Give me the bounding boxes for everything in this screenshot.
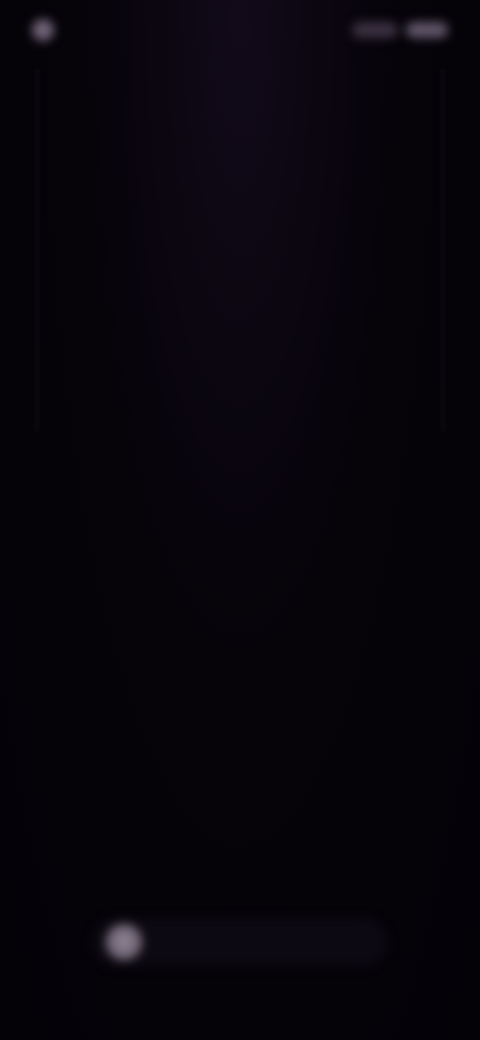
message-input-bar[interactable]: +	[92, 918, 388, 966]
status-bar	[32, 12, 448, 48]
app-screen: +	[0, 0, 480, 1040]
message-block	[60, 446, 420, 464]
status-indicator	[352, 22, 398, 38]
status-right	[344, 22, 448, 38]
right-divider	[442, 70, 444, 430]
status-left	[32, 19, 64, 41]
app-icon	[32, 19, 54, 41]
left-divider	[36, 70, 38, 430]
plus-icon[interactable]: +	[106, 924, 142, 960]
status-indicator-bright	[406, 22, 448, 38]
